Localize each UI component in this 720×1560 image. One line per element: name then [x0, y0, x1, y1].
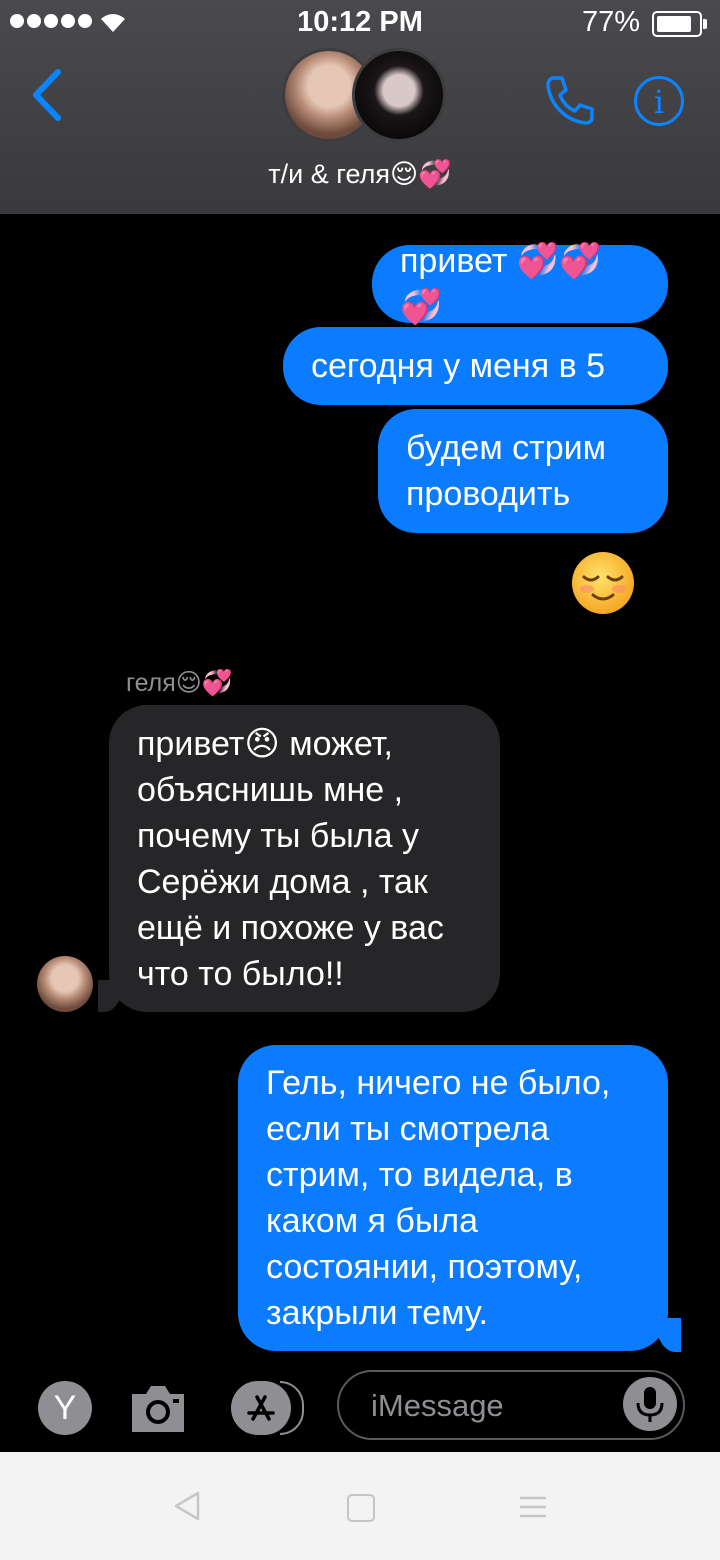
nav-menu-icon[interactable] — [518, 1495, 548, 1519]
phone-icon[interactable] — [542, 72, 598, 128]
back-chevron-icon[interactable] — [30, 68, 64, 122]
sender-avatar[interactable] — [37, 956, 93, 1012]
nav-home-icon[interactable] — [347, 1494, 375, 1522]
nav-back-icon[interactable] — [172, 1490, 202, 1522]
message-text: будем стрим проводить — [406, 429, 607, 513]
outgoing-message[interactable]: Гель, ничего не было, если ты смотрела с… — [238, 1045, 668, 1351]
outgoing-message[interactable]: будем стрим проводить — [378, 409, 668, 533]
message-text: Гель, ничего не было, если ты смотрела с… — [266, 1064, 611, 1332]
battery-percentage: 77% — [581, 6, 640, 38]
app-shortcut-button[interactable]: Y — [38, 1381, 92, 1435]
message-text: привет 💞💞💞 — [400, 242, 602, 326]
sender-name: геля😌💞 — [126, 669, 233, 697]
battery-icon — [652, 11, 707, 37]
relieved-face-emoji-message[interactable] — [571, 551, 635, 615]
chat-header: 10:12 PM 77% т/и & геля😌💞 i — [0, 0, 720, 214]
microphone-icon — [636, 1387, 664, 1422]
chat-title[interactable]: т/и & геля😌💞 — [0, 158, 720, 190]
incoming-message[interactable]: привет😠 может, объяснишь мне , почему ты… — [109, 705, 500, 1012]
message-text: привет😠 может, объяснишь мне , почему ты… — [137, 724, 444, 993]
microphone-button[interactable] — [623, 1377, 677, 1431]
contact-avatar-gelya[interactable] — [352, 48, 446, 142]
outgoing-message[interactable]: привет 💞💞💞 — [372, 242, 668, 326]
status-bar: 10:12 PM 77% — [0, 0, 720, 46]
info-icon[interactable]: i — [634, 76, 684, 126]
camera-icon[interactable] — [128, 1382, 188, 1434]
message-text: сегодня у меня в 5 — [311, 347, 605, 385]
outgoing-message[interactable]: сегодня у меня в 5 — [283, 327, 668, 405]
imessage-input[interactable] — [369, 1380, 613, 1432]
